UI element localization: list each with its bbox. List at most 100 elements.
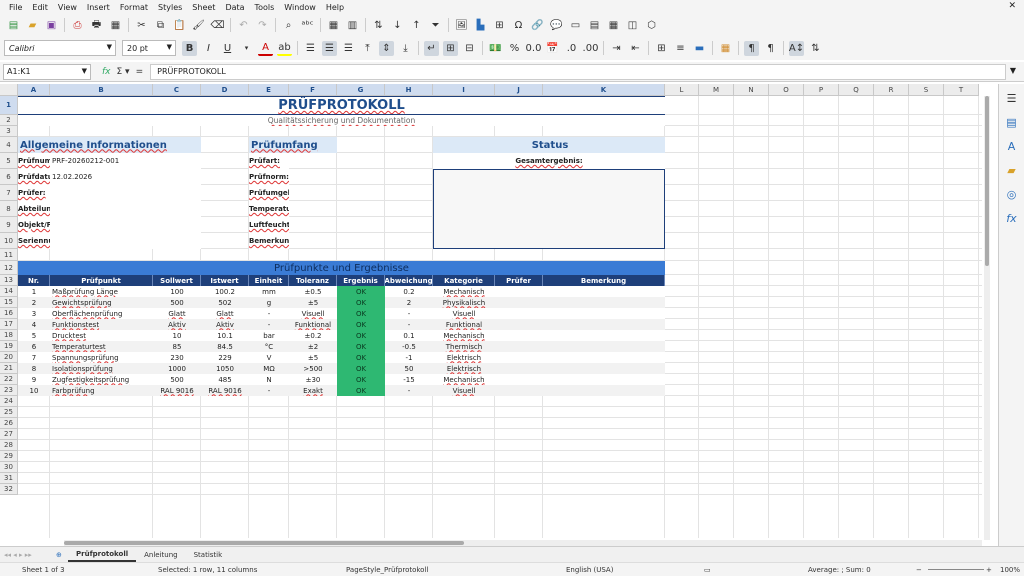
row-header-23[interactable]: 23 bbox=[0, 385, 18, 396]
undo-icon[interactable]: ↶ bbox=[236, 18, 251, 33]
insert-chart-icon[interactable]: ▙ bbox=[473, 18, 488, 33]
menu-item-help[interactable]: Help bbox=[321, 3, 349, 12]
number-format-icon[interactable]: 0.0 bbox=[526, 41, 542, 56]
row-header-6[interactable]: 6 bbox=[0, 169, 18, 185]
table-cell[interactable]: 9 bbox=[18, 374, 50, 385]
row-header-26[interactable]: 26 bbox=[0, 418, 18, 429]
align-right-icon[interactable]: ☰ bbox=[341, 41, 356, 56]
table-cell[interactable]: 500 bbox=[153, 297, 201, 308]
right-to-left-icon[interactable]: ¶ bbox=[763, 41, 778, 56]
table-cell[interactable]: ±0.2 bbox=[289, 330, 337, 341]
menu-item-edit[interactable]: Edit bbox=[27, 3, 53, 12]
row-header-1[interactable]: 1 bbox=[0, 96, 18, 115]
table-cell[interactable]: 230 bbox=[153, 352, 201, 363]
zoom-out-icon[interactable]: − bbox=[916, 566, 922, 574]
insert-image-icon[interactable]: 🖼 bbox=[454, 18, 469, 33]
table-cell[interactable] bbox=[543, 319, 665, 330]
row-header-22[interactable]: 22 bbox=[0, 374, 18, 385]
function-wizard-icon[interactable]: fx bbox=[102, 67, 111, 77]
unmerge-icon[interactable]: ⊟ bbox=[462, 41, 477, 56]
table-cell[interactable]: Mechanisch bbox=[433, 330, 495, 341]
close-document-icon[interactable]: ✕ bbox=[1008, 1, 1016, 11]
paste-icon[interactable]: 📋 bbox=[172, 18, 187, 33]
table-header[interactable]: Nr. bbox=[18, 275, 50, 286]
table-header[interactable]: Abweichung bbox=[385, 275, 433, 286]
text-direction-icon[interactable]: ⇅ bbox=[808, 41, 823, 56]
row-header-2[interactable]: 2 bbox=[0, 115, 18, 126]
table-cell[interactable]: RAL 9016 bbox=[153, 385, 201, 396]
row-header-20[interactable]: 20 bbox=[0, 352, 18, 363]
print-preview-icon[interactable]: ▦ bbox=[108, 18, 123, 33]
clone-formatting-icon[interactable]: 🖌 bbox=[191, 18, 206, 33]
table-cell[interactable]: Thermisch bbox=[433, 341, 495, 352]
row-header-10[interactable]: 10 bbox=[0, 233, 18, 249]
table-cell[interactable]: 2 bbox=[385, 297, 433, 308]
table-cell[interactable]: 4 bbox=[18, 319, 50, 330]
table-header[interactable]: Bemerkung bbox=[543, 275, 665, 286]
row-header-14[interactable]: 14 bbox=[0, 286, 18, 297]
pivot-table-icon[interactable]: ⊞ bbox=[492, 18, 507, 33]
text-vertical-icon[interactable]: A↕ bbox=[789, 40, 804, 56]
column-header-S[interactable]: S bbox=[909, 84, 944, 96]
table-header[interactable]: Einheit bbox=[249, 275, 289, 286]
scope-label[interactable]: Prüfumgebung: bbox=[249, 185, 289, 201]
table-cell[interactable]: V bbox=[249, 352, 289, 363]
split-window-icon[interactable]: ◫ bbox=[625, 18, 640, 33]
scroll-thumb[interactable] bbox=[985, 96, 989, 266]
zoom-slider[interactable] bbox=[928, 569, 984, 570]
table-cell[interactable]: OK bbox=[337, 385, 385, 396]
general-info-header[interactable]: Allgemeine Informationen bbox=[18, 137, 201, 153]
table-cell[interactable]: - bbox=[249, 319, 289, 330]
export-pdf-icon[interactable]: ⎙ bbox=[70, 18, 85, 33]
table-cell[interactable]: Funktional bbox=[289, 319, 337, 330]
align-center-icon[interactable]: ☰ bbox=[322, 40, 337, 56]
table-cell[interactable]: 100 bbox=[153, 286, 201, 297]
table-cell[interactable]: 1050 bbox=[201, 363, 249, 374]
column-header-J[interactable]: J bbox=[495, 84, 543, 96]
define-print-area-icon[interactable]: ▤ bbox=[587, 18, 602, 33]
overall-result-label[interactable]: Gesamtergebnis: bbox=[433, 153, 665, 169]
table-cell[interactable] bbox=[495, 385, 543, 396]
menu-item-view[interactable]: View bbox=[53, 3, 82, 12]
scope-header[interactable]: Prüfumfang bbox=[249, 137, 337, 153]
table-cell[interactable]: 8 bbox=[18, 363, 50, 374]
table-cell[interactable]: Funktional bbox=[433, 319, 495, 330]
gallery-icon[interactable]: ▰ bbox=[1004, 164, 1020, 180]
table-cell[interactable]: 50 bbox=[385, 363, 433, 374]
table-cell[interactable]: Spannungsprüfung bbox=[50, 352, 153, 363]
column-header-B[interactable]: B bbox=[50, 84, 153, 96]
spelling-icon[interactable]: ᵃᵇᶜ bbox=[300, 18, 315, 33]
add-decimal-icon[interactable]: .0 bbox=[564, 41, 579, 56]
table-header[interactable]: Prüfer bbox=[495, 275, 543, 286]
selection-mode-icon[interactable]: ▭ bbox=[704, 566, 711, 574]
row-header-25[interactable]: 25 bbox=[0, 407, 18, 418]
table-cell[interactable]: OK bbox=[337, 352, 385, 363]
column-header-P[interactable]: P bbox=[804, 84, 839, 96]
scroll-thumb[interactable] bbox=[64, 541, 464, 545]
table-header[interactable]: Prüfpunkt bbox=[50, 275, 153, 286]
scope-label[interactable]: Prüfart: bbox=[249, 153, 289, 169]
functions-icon[interactable]: fx bbox=[1004, 212, 1020, 228]
table-cell[interactable]: ±5 bbox=[289, 297, 337, 308]
status-header[interactable]: Status bbox=[433, 137, 665, 153]
table-cell[interactable]: Elektrisch bbox=[433, 363, 495, 374]
table-cell[interactable]: RAL 9016 bbox=[201, 385, 249, 396]
table-header[interactable]: Kategorie bbox=[433, 275, 495, 286]
align-top-icon[interactable]: ⤒ bbox=[360, 41, 375, 56]
table-cell[interactable]: Visuell bbox=[433, 308, 495, 319]
table-cell[interactable]: MΩ bbox=[249, 363, 289, 374]
general-label[interactable]: Abteilung: bbox=[18, 201, 50, 217]
menu-item-data[interactable]: Data bbox=[220, 3, 249, 12]
zoom-in-icon[interactable]: + bbox=[986, 566, 992, 574]
scope-label[interactable]: Temperatur: bbox=[249, 201, 289, 217]
column-header-L[interactable]: L bbox=[665, 84, 699, 96]
border-style-icon[interactable]: ≡ bbox=[673, 41, 688, 56]
overall-result-box[interactable] bbox=[433, 169, 665, 249]
column-header-Q[interactable]: Q bbox=[839, 84, 874, 96]
table-cell[interactable] bbox=[543, 308, 665, 319]
borders-icon[interactable]: ⊞ bbox=[654, 41, 669, 56]
row-header-9[interactable]: 9 bbox=[0, 217, 18, 233]
redo-icon[interactable]: ↷ bbox=[255, 18, 270, 33]
table-cell[interactable]: 500 bbox=[153, 374, 201, 385]
special-character-icon[interactable]: Ω bbox=[511, 18, 526, 33]
